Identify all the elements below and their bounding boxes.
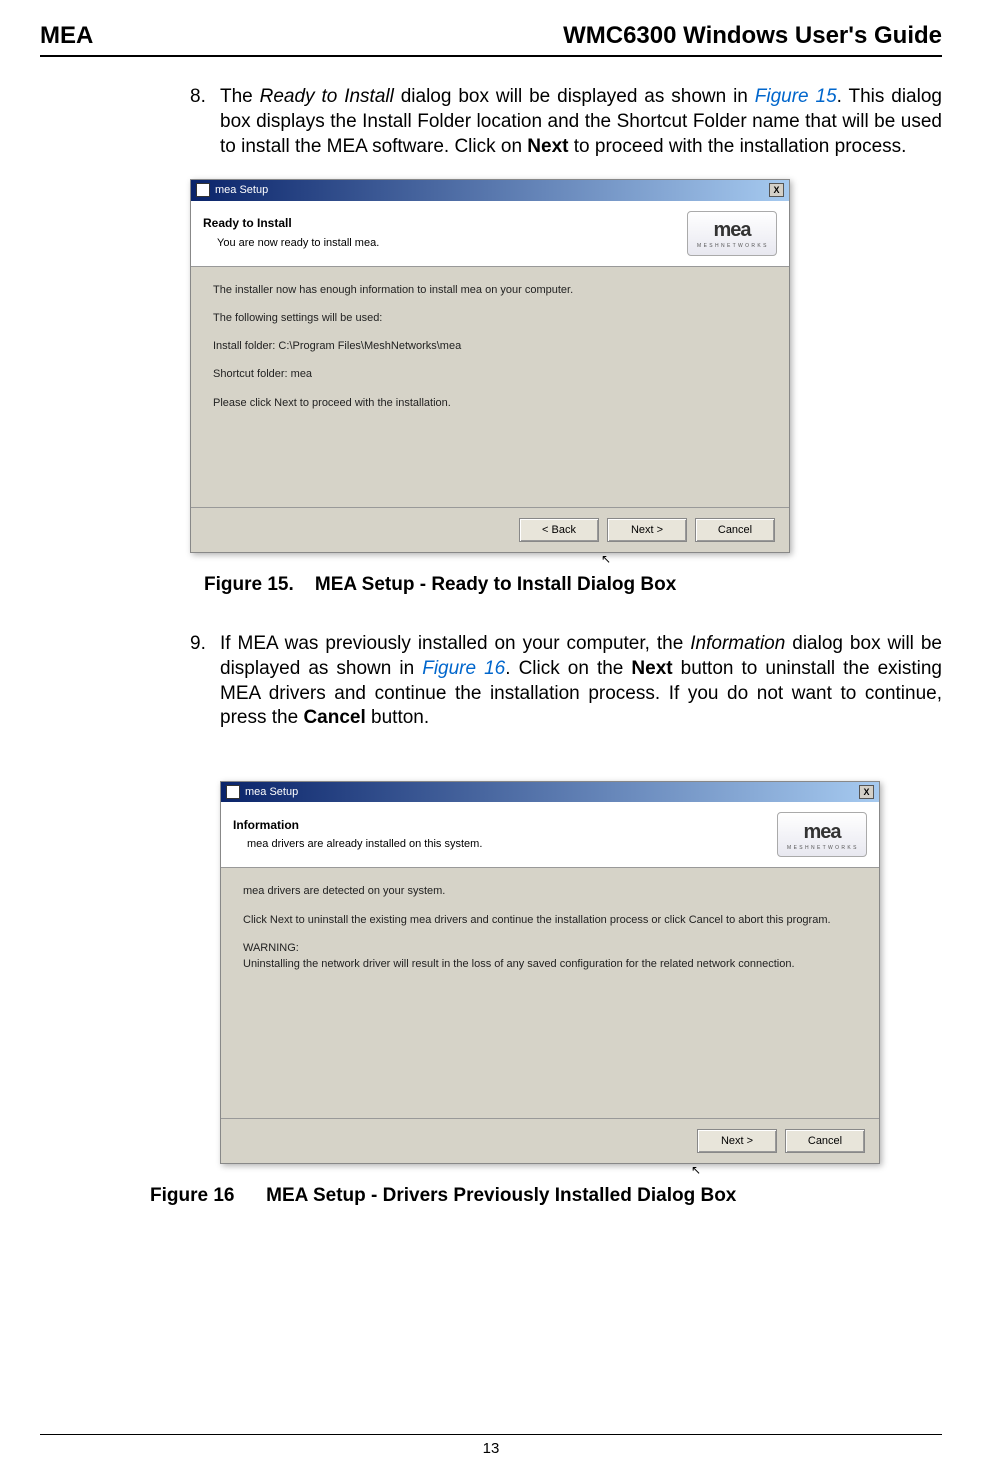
window-title: mea Setup — [245, 785, 298, 799]
body-line: The following settings will be used: — [213, 311, 767, 325]
list-item-9: 9. If MEA was previously installed on yo… — [190, 632, 942, 731]
window-icon — [226, 785, 240, 799]
figure-15-caption: Figure 15. MEA Setup - Ready to Install … — [204, 573, 942, 598]
dialog-header-title: Ready to Install — [203, 216, 379, 232]
titlebar: mea Setup X — [221, 782, 879, 802]
item-text: If MEA was previously installed on your … — [220, 632, 942, 731]
window-icon — [196, 183, 210, 197]
body-line: Uninstalling the network driver will res… — [243, 957, 857, 971]
dialog-header: Information mea drivers are already inst… — [221, 802, 879, 868]
dialog-header-title: Information — [233, 818, 482, 834]
screenshot-figure-16: mea Setup X Information mea drivers are … — [190, 781, 942, 1164]
screenshot-figure-15: mea Setup X Ready to Install You are now… — [190, 179, 942, 552]
window-title: mea Setup — [215, 183, 268, 197]
body-line: Click Next to uninstall the existing mea… — [243, 913, 857, 927]
cancel-button[interactable]: Cancel — [785, 1129, 865, 1153]
mea-logo: mea M E S H N E T W O R K S — [777, 812, 867, 857]
dialog-name-italic: Information — [690, 633, 785, 654]
cancel-button[interactable]: Cancel — [695, 518, 775, 542]
figure-16-caption: Figure 16 MEA Setup - Drivers Previously… — [150, 1184, 942, 1209]
dialog-body: The installer now has enough information… — [191, 267, 789, 507]
next-button[interactable]: Next > — [697, 1129, 777, 1153]
item-number: 9. — [190, 632, 220, 731]
body-line: Install folder: C:\Program Files\MeshNet… — [213, 339, 767, 353]
bold-cancel: Cancel — [303, 707, 365, 728]
page-footer-area: 13 — [40, 1404, 942, 1459]
dialog-footer: < Back Next > ↖ Cancel — [191, 507, 789, 552]
dialog-footer: Next > ↖ Cancel — [221, 1118, 879, 1163]
close-button[interactable]: X — [769, 183, 784, 197]
dialog-body: mea drivers are detected on your system.… — [221, 868, 879, 1118]
item-text: The Ready to Install dialog box will be … — [220, 85, 942, 159]
bold-next: Next — [527, 136, 568, 157]
header-right: WMC6300 Windows User's Guide — [563, 20, 942, 51]
header-left: MEA — [40, 20, 93, 51]
next-button[interactable]: Next > — [607, 518, 687, 542]
item-number: 8. — [190, 85, 220, 159]
mea-setup-dialog-ready: mea Setup X Ready to Install You are now… — [190, 179, 790, 552]
figure-ref-link[interactable]: Figure 15 — [755, 86, 837, 107]
body-line: The installer now has enough information… — [213, 283, 767, 297]
body-line: Shortcut folder: mea — [213, 367, 767, 381]
cursor-icon: ↖ — [601, 552, 611, 568]
dialog-header: Ready to Install You are now ready to in… — [191, 201, 789, 267]
page-header: MEA WMC6300 Windows User's Guide — [40, 20, 942, 57]
dialog-header-sub: You are now ready to install mea. — [217, 236, 379, 250]
body-line: mea drivers are detected on your system. — [243, 884, 857, 898]
page-number: 13 — [40, 1434, 942, 1459]
main-content: 8. The Ready to Install dialog box will … — [190, 85, 942, 1209]
body-line: Please click Next to proceed with the in… — [213, 396, 767, 410]
dialog-header-sub: mea drivers are already installed on thi… — [247, 837, 482, 851]
list-item-8: 8. The Ready to Install dialog box will … — [190, 85, 942, 159]
figure-ref-link[interactable]: Figure 16 — [422, 658, 505, 679]
close-button[interactable]: X — [859, 785, 874, 799]
bold-next: Next — [631, 658, 672, 679]
mea-logo: mea M E S H N E T W O R K S — [687, 211, 777, 256]
dialog-name-italic: Ready to Install — [260, 86, 394, 107]
back-button[interactable]: < Back — [519, 518, 599, 542]
cursor-icon: ↖ — [691, 1163, 701, 1179]
titlebar: mea Setup X — [191, 180, 789, 200]
body-line: WARNING: — [243, 941, 857, 955]
mea-setup-dialog-info: mea Setup X Information mea drivers are … — [220, 781, 880, 1164]
